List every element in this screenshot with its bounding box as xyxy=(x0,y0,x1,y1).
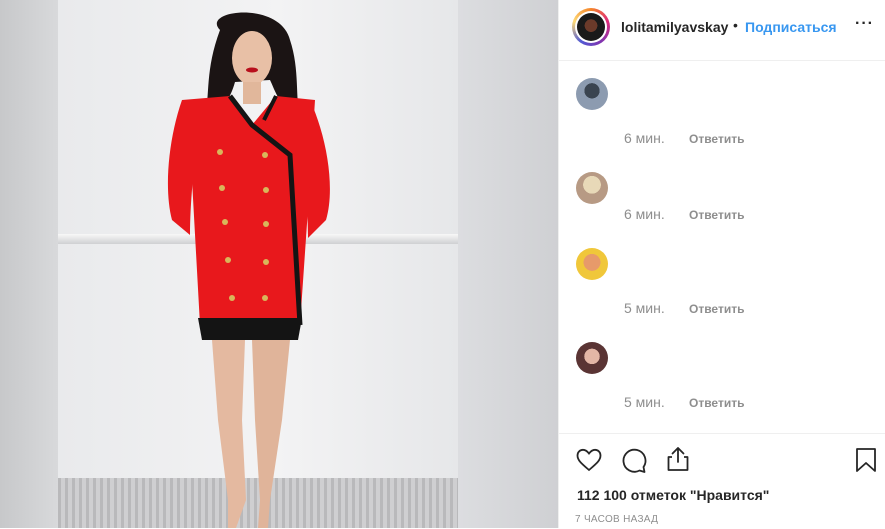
post-side-panel: lolitamilyavskay • Подписаться ··· 6 мин… xyxy=(558,0,885,528)
avatar-image xyxy=(577,13,605,41)
commenter-avatar[interactable] xyxy=(576,248,608,280)
separator-dot: • xyxy=(733,17,738,33)
woman-in-red-dress-figure xyxy=(167,12,330,528)
post-actions: 112 100 отметок "Нравится" 7 ЧАСОВ НАЗАД xyxy=(559,433,885,529)
reply-button[interactable]: Ответить xyxy=(689,208,744,222)
follow-button[interactable]: Подписаться xyxy=(745,19,837,35)
comment-time[interactable]: 6 мин. xyxy=(624,130,665,146)
reply-button[interactable]: Ответить xyxy=(689,302,744,316)
comment-time[interactable]: 5 мин. xyxy=(624,394,665,410)
reply-button[interactable]: Ответить xyxy=(689,132,744,146)
more-options-icon[interactable]: ··· xyxy=(855,15,874,33)
avatar-border xyxy=(575,11,607,43)
heart-icon[interactable] xyxy=(576,448,602,472)
comment-item: 6 мин. Ответить xyxy=(576,78,876,158)
photo-background-left xyxy=(0,0,58,528)
post-header: lolitamilyavskay • Подписаться ··· xyxy=(559,0,885,61)
likes-count[interactable]: 112 100 отметок "Нравится" xyxy=(577,487,769,503)
comment-time[interactable]: 5 мин. xyxy=(624,300,665,316)
comment-icon[interactable] xyxy=(621,448,647,474)
commenter-avatar[interactable] xyxy=(576,342,608,374)
comment-item: 5 мин. Ответить xyxy=(576,342,876,422)
comment-item: 5 мин. Ответить xyxy=(576,248,876,328)
username-link[interactable]: lolitamilyavskay xyxy=(621,19,728,35)
photo-background-right xyxy=(458,0,558,528)
reply-button[interactable]: Ответить xyxy=(689,396,744,410)
bookmark-icon[interactable] xyxy=(855,447,877,473)
share-icon[interactable] xyxy=(666,446,690,472)
commenter-avatar[interactable] xyxy=(576,172,608,204)
commenter-avatar[interactable] xyxy=(576,78,608,110)
post-timestamp[interactable]: 7 ЧАСОВ НАЗАД xyxy=(575,514,658,525)
comment-item: 6 мин. Ответить xyxy=(576,172,876,252)
comment-time[interactable]: 6 мин. xyxy=(624,206,665,222)
profile-avatar[interactable] xyxy=(572,8,610,46)
post-photo[interactable] xyxy=(0,0,558,528)
